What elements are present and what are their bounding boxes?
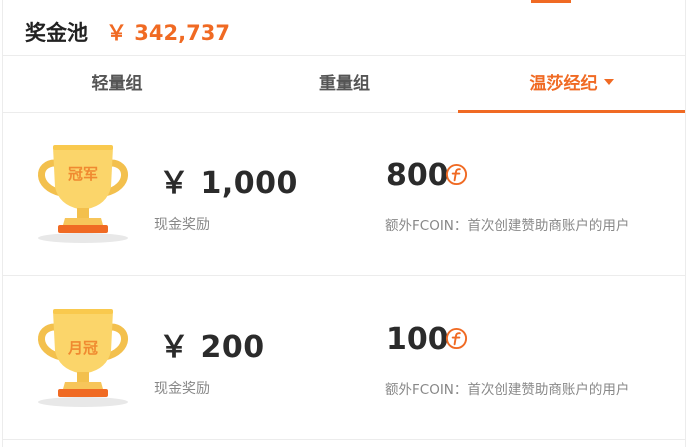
prize-pool-amount: ￥ 342,737 bbox=[106, 21, 230, 45]
prize-pool-header: 奖金池 ￥ 342,737 bbox=[3, 3, 685, 56]
prize-row-monthly: 月冠 ￥ 200 现金奖励 100 额外FCOIN：首次创建赞助商账户的用户 bbox=[3, 277, 685, 440]
prize-row-champion: 冠军 ￥ 1,000 现金奖励 800 额外FCOIN：首次创建赞助商账户的用户 bbox=[3, 113, 685, 276]
fcoin-amount: 800 bbox=[386, 158, 449, 193]
fcoin-label: 额外FCOIN：首次创建赞助商账户的用户 bbox=[385, 382, 630, 398]
tab-windsor[interactable]: 温莎经纪 bbox=[458, 57, 685, 113]
trophy-icon: 冠军 bbox=[38, 145, 128, 243]
tab-light[interactable]: 轻量组 bbox=[3, 57, 231, 112]
group-tabs: 轻量组 重量组 温莎经纪 bbox=[3, 57, 685, 113]
cash-prize-label: 现金奖励 bbox=[154, 217, 210, 233]
cash-prize-amount: ￥ 1,000 bbox=[159, 166, 298, 201]
caret-down-icon[interactable] bbox=[603, 79, 614, 85]
tab-light-label: 轻量组 bbox=[91, 74, 143, 94]
cash-prize-label: 现金奖励 bbox=[154, 381, 210, 397]
trophy-icon: 月冠 bbox=[38, 309, 128, 407]
prize-pool-title: 奖金池 bbox=[25, 21, 88, 45]
fcoin-label: 额外FCOIN：首次创建赞助商账户的用户 bbox=[385, 218, 630, 234]
tab-windsor-label: 温莎经纪 bbox=[529, 74, 598, 94]
tab-heavy[interactable]: 重量组 bbox=[231, 57, 458, 112]
cash-prize-amount: ￥ 200 bbox=[159, 330, 265, 365]
trophy-text: 月冠 bbox=[67, 339, 98, 357]
trophy-text: 冠军 bbox=[68, 165, 98, 183]
fcoin-icon bbox=[445, 327, 468, 350]
fcoin-amount: 100 bbox=[386, 322, 449, 357]
tab-heavy-label: 重量组 bbox=[319, 74, 370, 94]
fcoin-icon bbox=[445, 163, 468, 186]
